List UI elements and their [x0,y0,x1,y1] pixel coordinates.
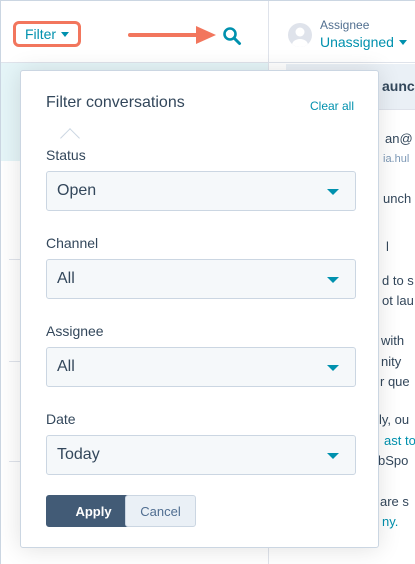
caret-down-icon [327,365,339,371]
conversation-text-line: an@ [385,131,413,146]
conversation-text-line: with [381,333,405,348]
conversation-header: Assignee Unassigned [269,1,415,63]
date-select[interactable]: Today [46,435,356,475]
status-value: Open [57,182,97,199]
conversation-text-line: bSpo [378,453,409,468]
assignee-dropdown[interactable]: Unassigned [320,34,407,50]
status-select[interactable]: Open [46,171,356,211]
assignee-select[interactable]: All [46,347,356,387]
conversation-text-line: are s [380,494,409,509]
channel-value: All [57,270,75,287]
popover-arrow [60,128,80,148]
cancel-button[interactable]: Cancel [125,495,196,527]
conversation-text-line: ot lau [382,293,414,308]
conversation-text-line: d to s [382,273,414,288]
search-icon[interactable] [222,26,242,46]
filter-button[interactable]: Filter [13,21,81,47]
channel-label: Channel [46,235,99,251]
annotation-arrow [128,26,216,44]
list-header: Filter [1,1,269,63]
caret-down-icon [327,277,339,283]
caret-down-icon [327,189,339,195]
assignee-filter-label: Assignee [46,323,104,339]
filter-button-label: Filter [24,26,57,42]
caret-down-icon [398,39,407,45]
conversation-subject: aunc [382,78,415,94]
conversation-text-line: ia.hul [383,153,410,165]
conversation-text-line[interactable]: ny. [382,514,398,529]
caret-down-icon [61,31,70,37]
conversation-text-line: r que [380,374,410,389]
status-label: Status [46,147,86,163]
avatar-icon [292,27,308,47]
assignee-label: Assignee [320,18,370,32]
caret-down-icon [327,453,339,459]
channel-select[interactable]: All [46,259,356,299]
app-frame: Filter Assignee Unassigned aunc an@ ia.h… [0,0,415,564]
conversation-text-line: unch [383,191,412,206]
conversation-text-line: nity [381,354,402,369]
conversation-text-line: l [386,239,389,254]
date-label: Date [46,411,76,427]
clear-all-link[interactable]: Clear all [310,99,354,113]
avatar [288,23,312,47]
popover-title: Filter conversations [46,94,185,111]
filter-popover: Filter conversations Clear all Status Op… [20,70,379,548]
assignee-filter-value: All [57,358,75,375]
date-value: Today [57,446,100,463]
conversation-text-line: ly, ou [379,412,410,427]
conversation-text-line[interactable]: ast to [384,433,415,448]
assignee-value: Unassigned [320,34,394,50]
